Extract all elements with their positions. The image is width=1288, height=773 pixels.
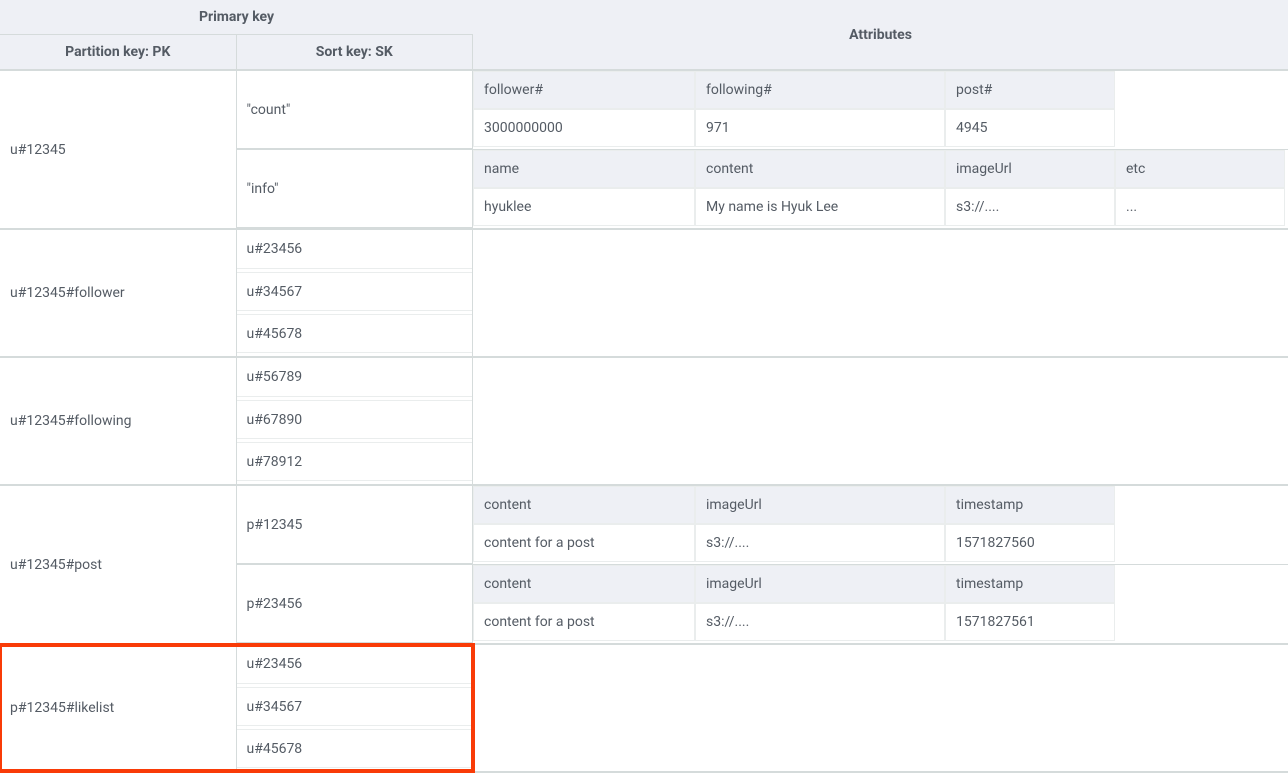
attributes-block: follower# following# post# 3000000000 97… [473, 71, 1288, 149]
partition-key-cell: u#12345#following [0, 358, 237, 484]
item-row: p#12345#likelist u#23456 u#34567 u#45678 [0, 645, 1288, 773]
sort-key-column: u#23456 u#34567 u#45678 [237, 230, 474, 356]
attr-header: content [473, 565, 695, 603]
attr-header: imageUrl [945, 150, 1115, 188]
attr-value: 971 [695, 109, 945, 147]
attr-value-row: content for a post s3://.... 1571827560 [473, 524, 1288, 562]
attr-header: imageUrl [695, 486, 945, 524]
item-row: u#12345#post p#12345 content imageUrl ti… [0, 486, 1288, 645]
sort-key-cell: u#56789 [237, 358, 473, 397]
sort-key-cell: "info" [237, 150, 474, 228]
attr-header-row: follower# following# post# [473, 71, 1288, 109]
attr-header: following# [695, 71, 945, 109]
attr-header-row: name content imageUrl etc [473, 150, 1288, 188]
sort-key-column: u#56789 u#67890 u#78912 [237, 358, 474, 484]
attributes-block: content imageUrl timestamp content for a… [473, 565, 1288, 643]
attr-value-row: content for a post s3://.... 1571827561 [473, 603, 1288, 641]
sort-key-cell: u#23456 [237, 230, 473, 269]
attr-value: content for a post [473, 603, 695, 641]
sort-key-cell: u#78912 [237, 442, 473, 481]
item-row: u#12345#following u#56789 u#67890 u#7891… [0, 358, 1288, 486]
attr-header: content [473, 486, 695, 524]
sort-key-cell: u#67890 [237, 400, 473, 439]
partition-key-cell: u#12345#post [0, 486, 237, 643]
sort-key-cell: u#34567 [237, 687, 473, 726]
primary-key-sub-headers: Partition key: PK Sort key: SK [0, 35, 473, 69]
sort-key-header: Sort key: SK [237, 35, 474, 69]
attr-header: content [695, 150, 945, 188]
attr-header: post# [945, 71, 1115, 109]
attr-header-row: content imageUrl timestamp [473, 565, 1288, 603]
sort-key-cell: u#23456 [237, 645, 473, 684]
attr-value: 3000000000 [473, 109, 695, 147]
item-row: u#12345#follower u#23456 u#34567 u#45678 [0, 230, 1288, 358]
attr-header: name [473, 150, 695, 188]
attr-header: imageUrl [695, 565, 945, 603]
sort-key-cell: u#34567 [237, 272, 473, 311]
sort-key-column: u#23456 u#34567 u#45678 [237, 645, 474, 771]
attr-value: s3://.... [695, 524, 945, 562]
attr-value: 1571827560 [945, 524, 1115, 562]
partition-key-cell: p#12345#likelist [0, 645, 237, 771]
primary-key-header-group: Primary key Partition key: PK Sort key: … [0, 0, 473, 69]
item-row: u#12345 "count" follower# following# pos… [0, 71, 1288, 230]
header-row: Primary key Partition key: PK Sort key: … [0, 0, 1288, 71]
dynamodb-schema-table: Primary key Partition key: PK Sort key: … [0, 0, 1288, 773]
attr-header: timestamp [945, 486, 1115, 524]
attr-header-row: content imageUrl timestamp [473, 486, 1288, 524]
attr-header: follower# [473, 71, 695, 109]
attr-value: 1571827561 [945, 603, 1115, 641]
attr-header: timestamp [945, 565, 1115, 603]
attributes-block: name content imageUrl etc hyuklee My nam… [473, 150, 1288, 228]
attr-value: s3://.... [945, 188, 1115, 226]
attr-value: hyuklee [473, 188, 695, 226]
partition-key-header: Partition key: PK [0, 35, 237, 69]
attr-value: ... [1115, 188, 1285, 226]
attr-value: content for a post [473, 524, 695, 562]
attr-value-row: hyuklee My name is Hyuk Lee s3://.... ..… [473, 188, 1288, 226]
attributes-header: Attributes [473, 0, 1288, 69]
partition-key-cell: u#12345 [0, 71, 237, 228]
attributes-block: content imageUrl timestamp content for a… [473, 486, 1288, 564]
attr-value: s3://.... [695, 603, 945, 641]
attr-header: etc [1115, 150, 1285, 188]
attr-value-row: 3000000000 971 4945 [473, 109, 1288, 147]
partition-key-cell: u#12345#follower [0, 230, 237, 356]
attr-value: My name is Hyuk Lee [695, 188, 945, 226]
sort-key-cell: p#12345 [237, 486, 474, 564]
sort-key-cell: p#23456 [237, 565, 474, 643]
sort-key-cell: u#45678 [237, 729, 473, 768]
primary-key-header: Primary key [0, 0, 473, 35]
sort-key-cell: u#45678 [237, 314, 473, 353]
sort-key-cell: "count" [237, 71, 474, 149]
attr-value: 4945 [945, 109, 1115, 147]
